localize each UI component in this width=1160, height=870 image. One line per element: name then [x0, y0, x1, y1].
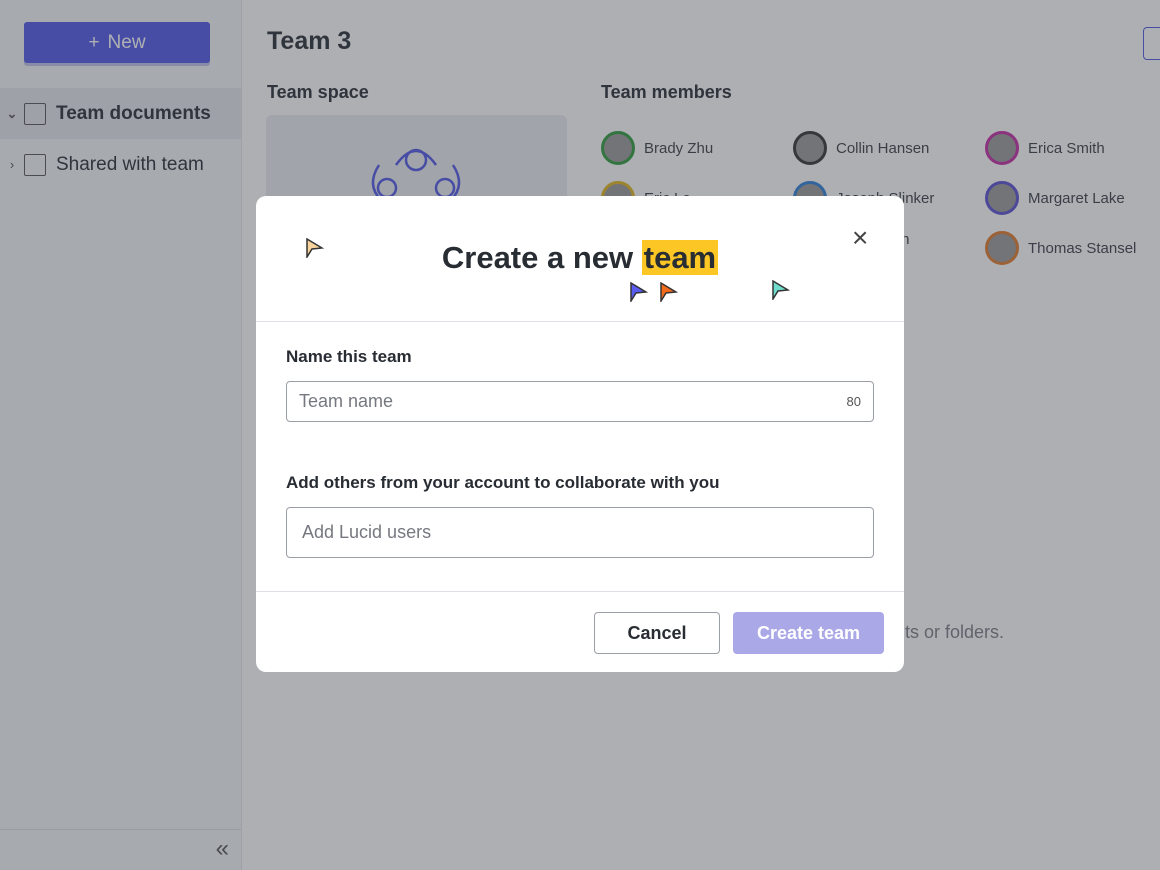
create-team-dialog: Create a new team × Name this team Team … [256, 196, 904, 672]
collaborator-cursor-icon [772, 280, 790, 300]
dialog-footer-divider [256, 591, 904, 592]
collaborator-cursor-icon [630, 282, 648, 302]
add-users-label: Add others from your account to collabor… [286, 473, 720, 492]
dialog-title: Create a new team [441, 240, 719, 275]
close-icon[interactable]: × [852, 224, 868, 252]
create-team-button[interactable]: Create team [733, 612, 884, 654]
cancel-button[interactable]: Cancel [594, 612, 720, 654]
character-limit: 80 [846, 394, 861, 409]
team-name-input[interactable]: Team name 80 [286, 381, 874, 422]
collaborator-cursor-icon [306, 238, 324, 258]
name-label: Name this team [286, 347, 412, 366]
collaborator-cursor-icon [660, 282, 678, 302]
add-users-input[interactable]: Add Lucid users [286, 507, 874, 558]
